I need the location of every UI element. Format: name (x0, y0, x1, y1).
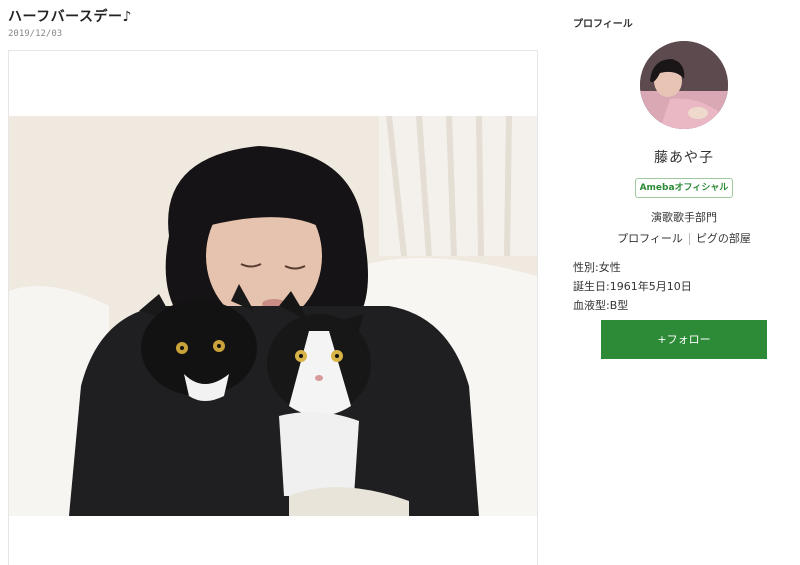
profile-sidebar: プロフィール 藤あや子 Amebaオフィシャル 演歌歌手部門 プロフィール ピグの… (560, 0, 800, 565)
official-badge: Amebaオフィシャル (635, 178, 733, 198)
post-date: 2019/12/03 (8, 29, 63, 39)
genre-category[interactable]: 演歌歌手部門 (560, 209, 800, 225)
follow-button[interactable]: +フォロー (601, 320, 767, 359)
blood-type-detail: 血液型:B型 (573, 299, 629, 312)
pigg-room-link[interactable]: ピグの部屋 (696, 232, 751, 245)
profile-name[interactable]: 藤あや子 (560, 147, 800, 167)
post-photo[interactable] (9, 116, 537, 516)
sidebar-heading: プロフィール (573, 19, 633, 30)
avatar[interactable] (640, 41, 728, 129)
post-title[interactable]: ハーフバースデー♪ (8, 6, 132, 26)
link-divider (688, 233, 690, 245)
profile-link[interactable]: プロフィール (617, 232, 683, 245)
gender-detail: 性別:女性 (573, 261, 621, 274)
birthday-detail: 誕生日:1961年5月10日 (573, 280, 692, 293)
post-image-frame (8, 50, 538, 565)
profile-links: プロフィール ピグの部屋 (560, 230, 800, 246)
